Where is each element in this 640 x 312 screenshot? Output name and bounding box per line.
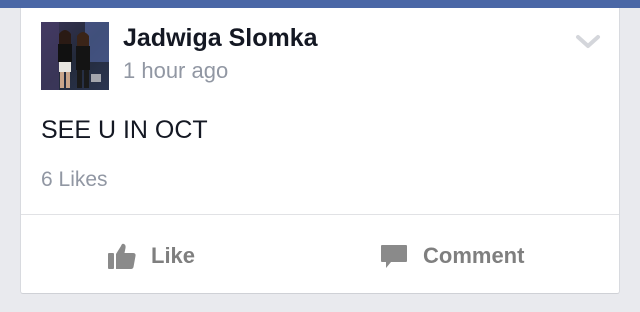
post-timestamp[interactable]: 1 hour ago [123, 58, 228, 84]
comment-button[interactable]: Comment [379, 238, 524, 274]
author-name[interactable]: Jadwiga Slomka [123, 24, 318, 53]
action-divider [21, 214, 619, 215]
top-navigation-bar [0, 0, 640, 8]
thumbs-up-icon [107, 241, 137, 271]
like-label: Like [151, 243, 196, 268]
chevron-down-icon[interactable] [575, 32, 601, 52]
likes-count[interactable]: 6 Likes [41, 168, 108, 192]
speech-bubble-icon [379, 241, 409, 271]
avatar-photo [41, 22, 109, 90]
comment-label: Comment [423, 243, 525, 268]
post-card: Jadwiga Slomka 1 hour ago SEE U IN OCT 6… [20, 8, 620, 294]
like-button[interactable]: Like [107, 238, 195, 274]
post-message: SEE U IN OCT [41, 116, 208, 144]
author-avatar[interactable] [41, 22, 109, 90]
